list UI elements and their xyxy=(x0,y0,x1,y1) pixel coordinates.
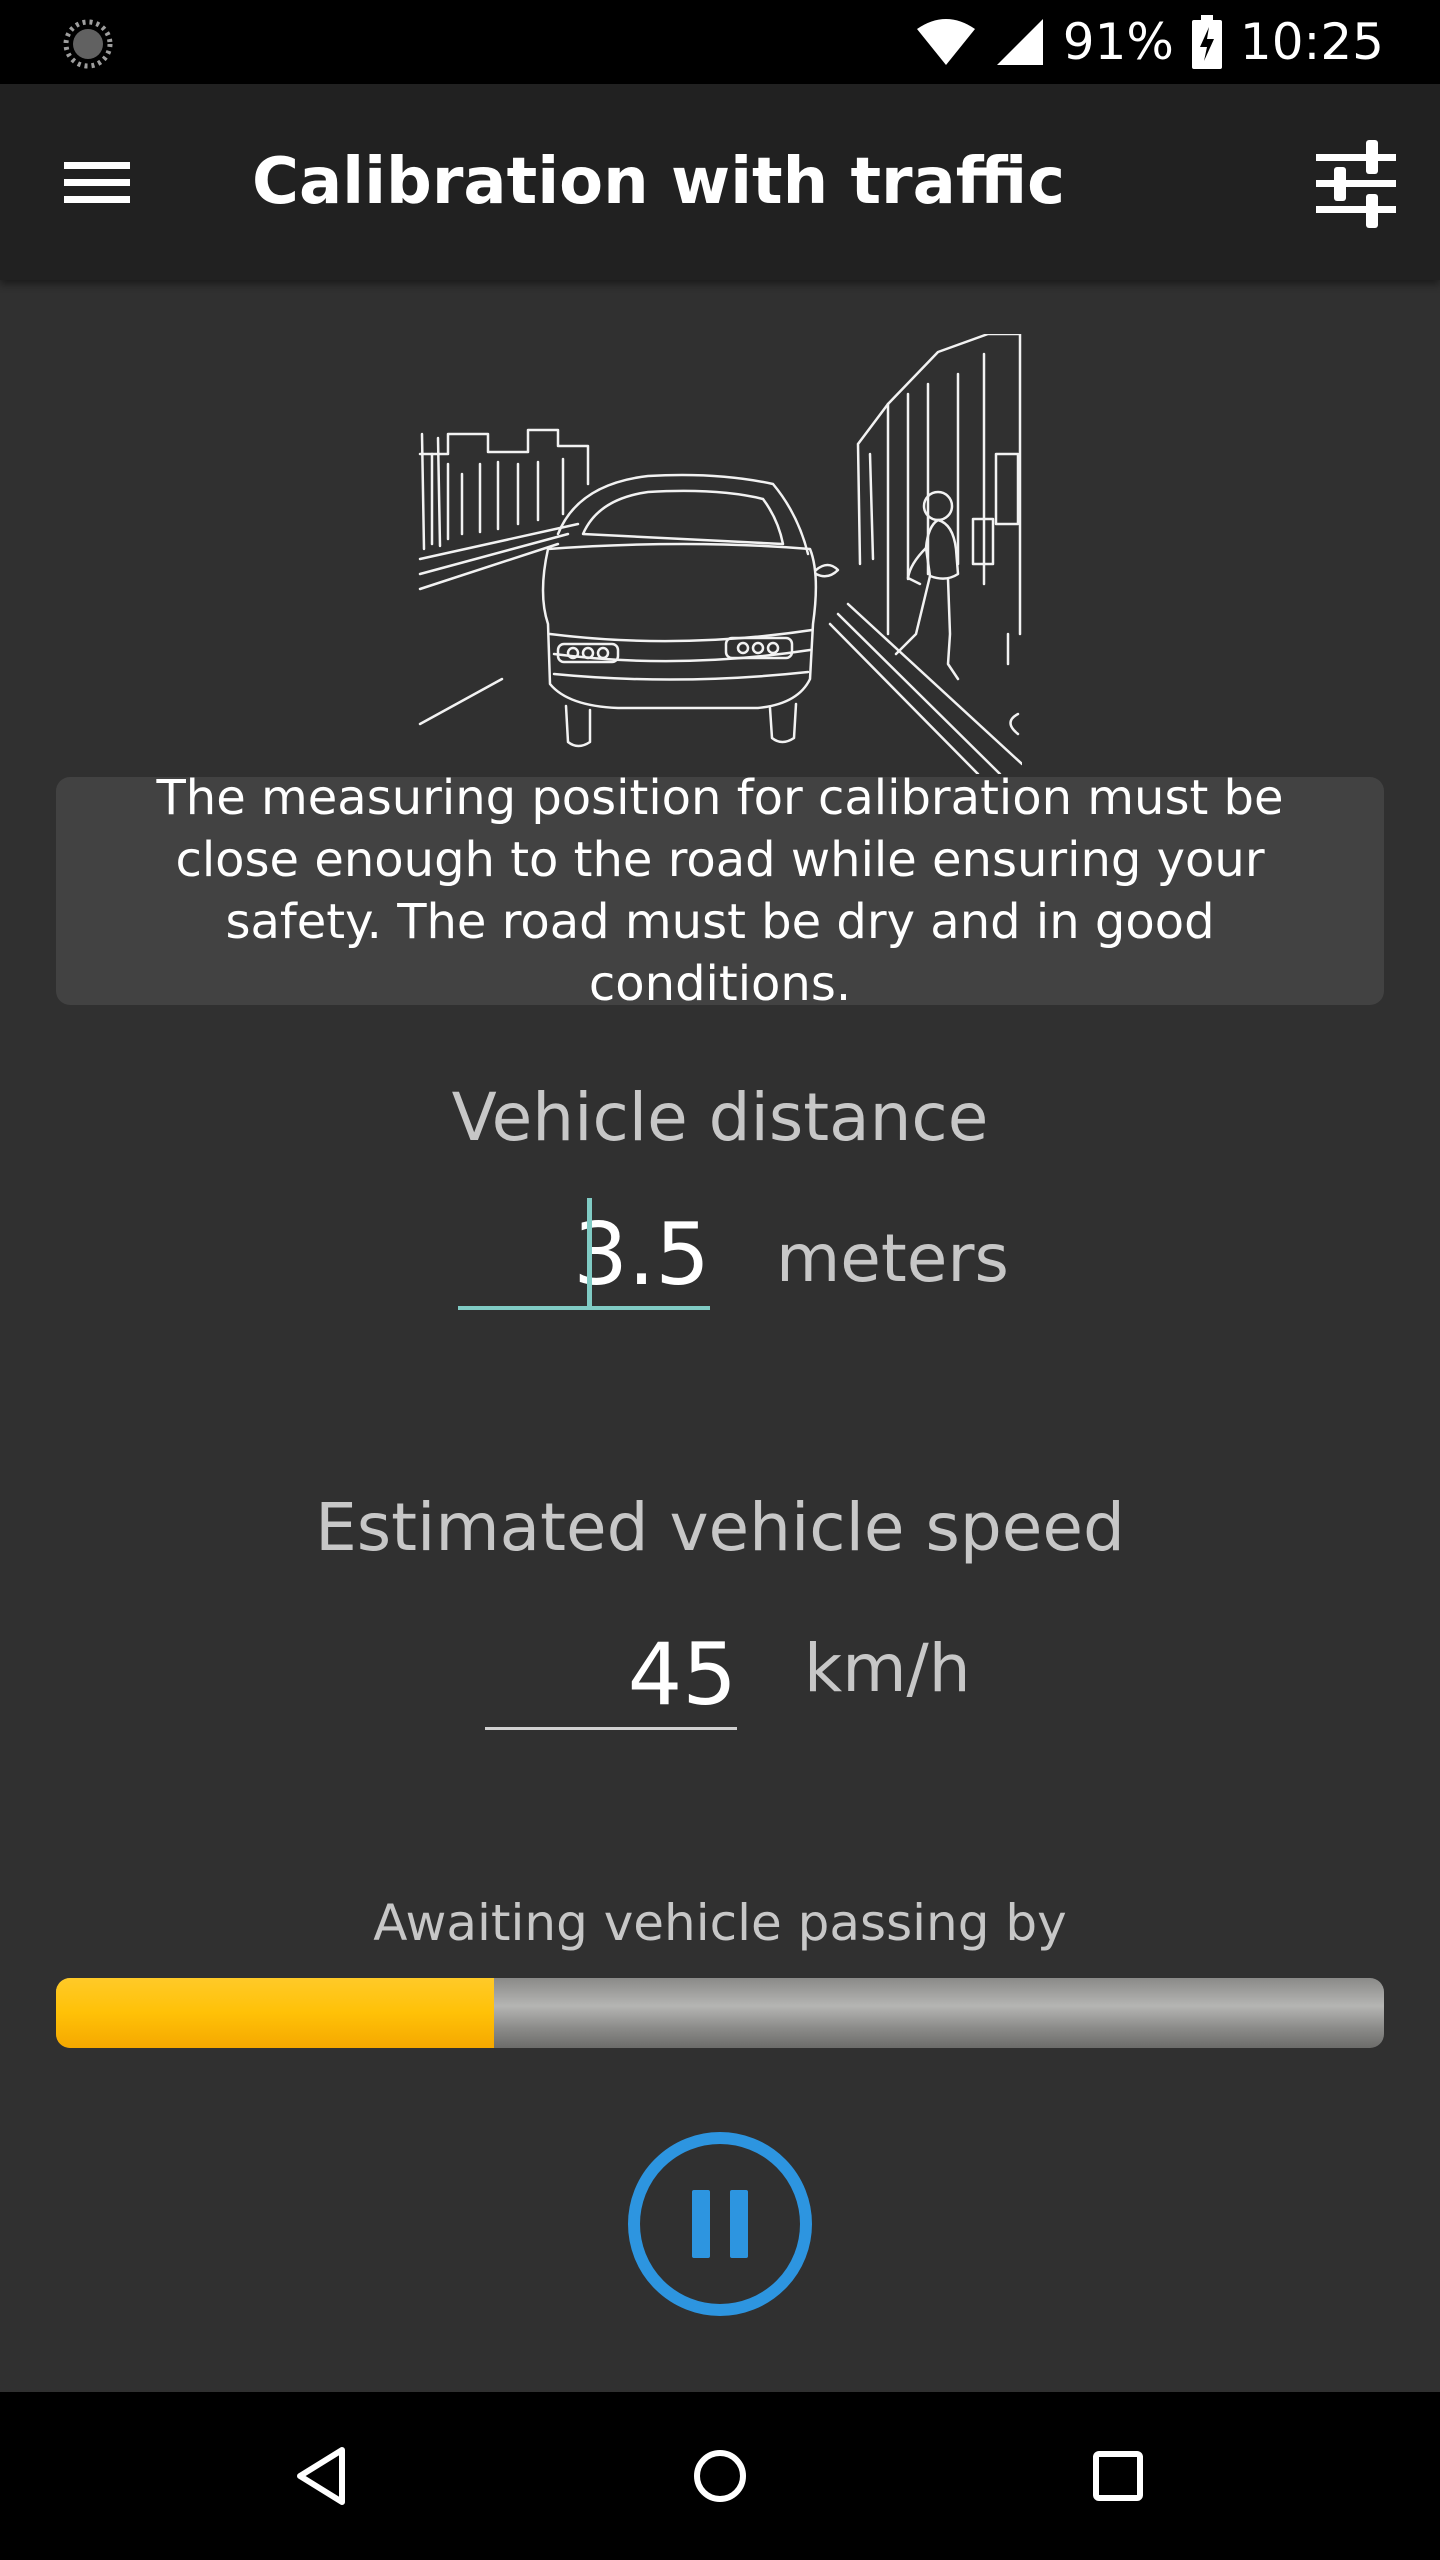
home-icon[interactable] xyxy=(680,2436,760,2516)
menu-icon[interactable] xyxy=(52,142,142,222)
speed-input[interactable]: 45 xyxy=(485,1620,737,1730)
street-illustration xyxy=(418,332,1024,776)
status-label: Awaiting vehicle passing by xyxy=(373,1894,1067,1952)
distance-unit: meters xyxy=(776,1220,1009,1297)
distance-input[interactable]: 3.5 xyxy=(458,1200,710,1310)
speed-value: 45 xyxy=(627,1625,737,1725)
wifi-icon xyxy=(915,17,977,67)
back-icon[interactable] xyxy=(282,2436,362,2516)
progress-bar xyxy=(56,1978,1384,2048)
distance-value: 3.5 xyxy=(573,1205,710,1305)
pause-icon xyxy=(628,2132,812,2316)
text-cursor xyxy=(587,1198,592,1310)
speed-unit: km/h xyxy=(804,1630,971,1707)
clock: 10:25 xyxy=(1239,13,1384,71)
distance-underline xyxy=(458,1306,710,1310)
battery-percent: 91% xyxy=(1062,13,1174,71)
app-bar: Calibration with traffic xyxy=(0,84,1440,280)
recents-icon[interactable] xyxy=(1078,2436,1158,2516)
cell-signal-icon xyxy=(995,17,1045,67)
page-title: Calibration with traffic xyxy=(252,145,1066,219)
status-bar: 91% 10:25 xyxy=(0,0,1440,84)
progress-fill xyxy=(56,1978,495,2048)
tune-icon[interactable] xyxy=(1308,136,1404,232)
navigation-bar xyxy=(0,2392,1440,2560)
battery-charging-icon xyxy=(1191,15,1222,69)
info-text: The measuring position for calibration m… xyxy=(156,770,1284,1012)
distance-label: Vehicle distance xyxy=(451,1079,989,1156)
pause-button[interactable] xyxy=(626,2130,814,2318)
loading-icon xyxy=(62,18,114,70)
speed-underline xyxy=(485,1727,737,1730)
speed-label: Estimated vehicle speed xyxy=(315,1489,1125,1566)
info-card: The measuring position for calibration m… xyxy=(56,770,1384,1012)
